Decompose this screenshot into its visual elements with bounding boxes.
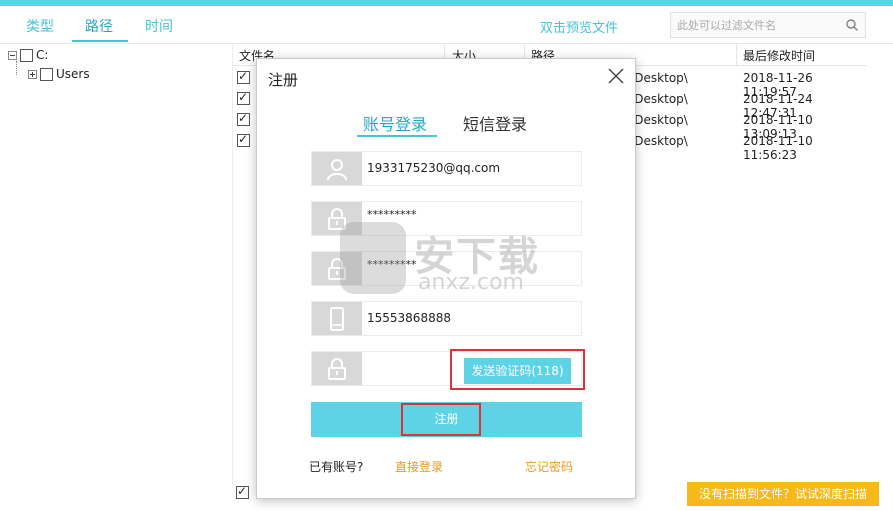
tree-label-root: C: [36, 48, 49, 62]
tree-label-users: Users [56, 67, 90, 81]
forgot-password-link[interactable]: 忘记密码 [525, 458, 573, 475]
tab-time[interactable]: 时间 [145, 16, 173, 36]
phone-icon-box [312, 302, 362, 335]
select-all-checkbox[interactable] [236, 484, 249, 499]
active-tab-underline [72, 40, 128, 42]
folder-tree: C: Users [6, 46, 226, 506]
tree-node-root: C: [8, 48, 48, 62]
user-icon-box [312, 152, 362, 185]
filter-input[interactable] [677, 17, 837, 33]
row-checkbox[interactable] [237, 111, 250, 126]
dialog-title: 注册 [268, 71, 299, 89]
password-value: ********* [367, 208, 417, 221]
double-click-preview-label: 双击预览文件 [540, 21, 619, 36]
tree-checkbox-users[interactable] [40, 67, 53, 81]
highlight-box [450, 349, 585, 390]
row-checkbox[interactable] [237, 69, 250, 84]
column-divider [736, 44, 737, 66]
account-field[interactable]: 1933175230@qq.com [311, 151, 582, 186]
confirm-password-field[interactable]: ********* [311, 251, 582, 286]
tab-account-login[interactable]: 账号登录 [363, 111, 427, 135]
phone-field[interactable]: 15553868888 [311, 301, 582, 336]
expand-icon[interactable] [28, 69, 37, 79]
row-checkbox[interactable] [237, 90, 250, 105]
close-icon[interactable] [605, 65, 627, 87]
phone-value: 15553868888 [367, 311, 451, 325]
tree-connector [16, 61, 17, 75]
lock-icon [328, 258, 346, 280]
tab-sms-login[interactable]: 短信登录 [463, 111, 527, 135]
search-icon[interactable] [845, 18, 859, 32]
highlight-box [401, 403, 481, 436]
header-modified[interactable]: 最后修改时间 [743, 47, 815, 64]
tree-checkbox-root[interactable] [20, 48, 33, 62]
lock-icon-box [312, 252, 362, 285]
lock-icon [328, 208, 346, 230]
filter-box [670, 12, 866, 38]
tree-node-users: Users [28, 67, 90, 81]
deep-scan-button[interactable]: 没有扫描到文件？试试深度扫描 [687, 482, 879, 506]
phone-icon [330, 307, 344, 331]
collapse-icon[interactable] [8, 50, 17, 60]
tab-type[interactable]: 类型 [26, 16, 54, 36]
account-value: 1933175230@qq.com [367, 161, 501, 175]
direct-login-link[interactable]: 直接登录 [395, 458, 443, 475]
user-icon [327, 159, 347, 181]
register-dialog: 注册 账号登录 短信登录 1933175230@qq.com ********* [256, 58, 636, 499]
row-checkbox[interactable] [237, 132, 250, 147]
lock-icon-box [312, 352, 362, 385]
active-login-tab-underline [357, 135, 437, 137]
has-account-label: 已有账号? [309, 460, 364, 474]
password-field[interactable]: ********* [311, 201, 582, 236]
lock-icon-box [312, 202, 362, 235]
lock-icon [328, 358, 346, 380]
top-toolbar: 类型 路径 时间 双击预览文件 [0, 6, 893, 44]
row-modified-time: 2018-11-10 11:56:23 [743, 134, 813, 162]
tab-path[interactable]: 路径 [85, 16, 113, 36]
confirm-password-value: ********* [367, 258, 417, 271]
